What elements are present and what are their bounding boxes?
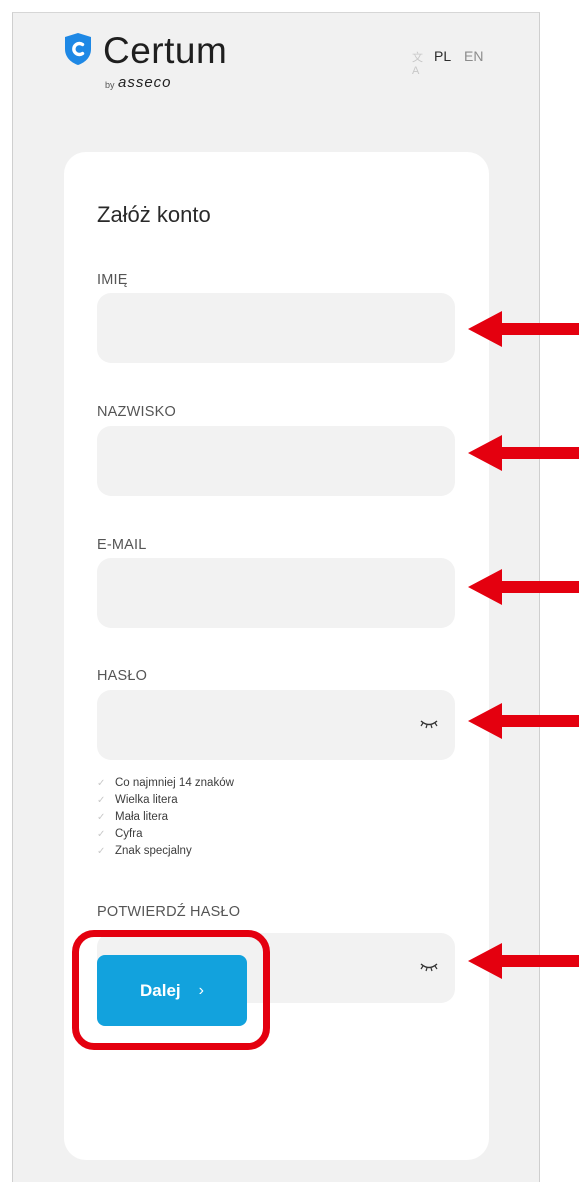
red-arrow xyxy=(468,435,579,471)
password-rule: ✓ Mała litera xyxy=(97,809,234,826)
email-input[interactable] xyxy=(97,558,455,628)
first-name-label: IMIĘ xyxy=(97,272,128,288)
red-arrow xyxy=(468,569,579,605)
lang-pl[interactable]: PL xyxy=(434,48,451,64)
password-rule: ✓ Znak specjalny xyxy=(97,843,234,860)
check-icon: ✓ xyxy=(97,846,106,857)
certum-logo: Certum by asseco xyxy=(63,28,263,91)
password-rule: ✓ Cyfra xyxy=(97,826,234,843)
check-icon: ✓ xyxy=(97,812,106,823)
form-title: Załóż konto xyxy=(97,202,211,227)
red-arrow xyxy=(468,703,579,739)
check-icon: ✓ xyxy=(97,795,106,806)
last-name-label: NAZWISKO xyxy=(97,404,176,420)
translate-icon: 文A xyxy=(412,52,423,77)
brand-by: by xyxy=(105,80,115,90)
email-label: E-MAIL xyxy=(97,537,147,553)
first-name-input[interactable] xyxy=(97,293,455,363)
eye-closed-icon[interactable] xyxy=(419,716,439,732)
eye-closed-icon[interactable] xyxy=(419,959,439,975)
password-label: HASŁO xyxy=(97,668,148,684)
red-arrow xyxy=(468,311,579,347)
password-rule: ✓ Wielka litera xyxy=(97,792,234,809)
highlight-box xyxy=(72,930,270,1050)
password-rule: ✓ Co najmniej 14 znaków xyxy=(97,775,234,792)
red-arrow xyxy=(468,943,579,979)
check-icon: ✓ xyxy=(97,778,106,789)
password-rules: ✓ Co najmniej 14 znaków ✓ Wielka litera ✓ M… xyxy=(97,775,234,860)
password-input[interactable] xyxy=(97,690,455,760)
last-name-input[interactable] xyxy=(97,426,455,496)
check-icon: ✓ xyxy=(97,829,106,840)
brand-parent: asseco xyxy=(118,74,172,91)
confirm-password-label: POTWIERDŹ HASŁO xyxy=(97,904,241,920)
lang-en[interactable]: EN xyxy=(464,48,483,64)
shield-icon xyxy=(65,33,91,65)
brand-name: Certum xyxy=(103,30,228,71)
